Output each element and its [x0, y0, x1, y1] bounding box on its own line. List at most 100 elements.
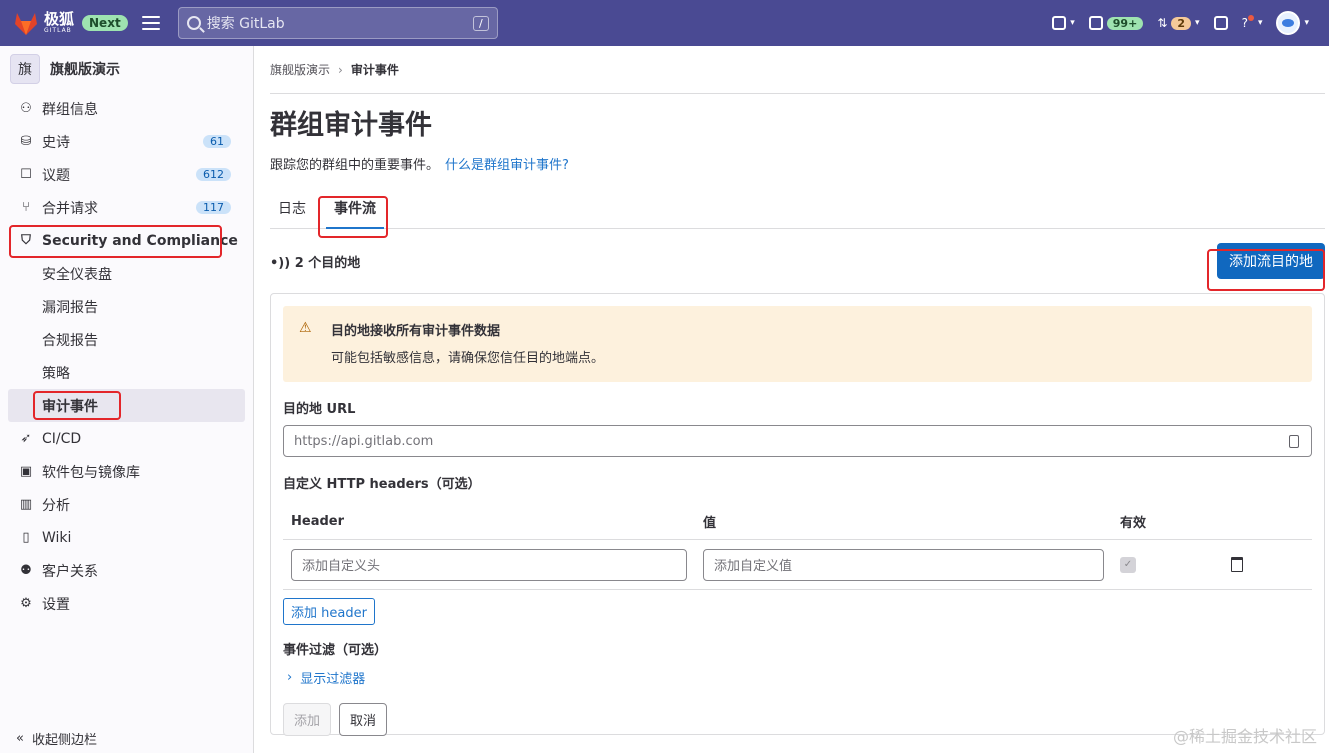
- page-title: 群组审计事件: [270, 110, 432, 141]
- sidebar-item-group-info[interactable]: ⚇ 群组信息: [0, 92, 253, 125]
- group-header[interactable]: 旗 旗舰版演示: [0, 46, 253, 92]
- search-placeholder: 搜索 GitLab: [206, 16, 285, 32]
- brand-sub: GITLAB: [44, 27, 72, 34]
- header-name-input[interactable]: 添加自定义头: [291, 548, 687, 581]
- col-value: 值: [703, 516, 717, 531]
- add-header-button[interactable]: 添加 header: [283, 598, 375, 625]
- collapse-sidebar-button[interactable]: « 收起侧边栏: [16, 729, 97, 748]
- sidebar-item-crm[interactable]: ⚉ 客户关系: [0, 554, 253, 587]
- sidebar-item-wiki[interactable]: ▯ Wiki: [0, 521, 253, 554]
- headers-table-header: Header 值 有效: [283, 504, 1312, 540]
- chevron-right-icon: ›: [287, 670, 293, 685]
- tab-log[interactable]: 日志: [270, 188, 314, 228]
- submit-button[interactable]: 添加: [283, 703, 332, 736]
- avatar: [1276, 11, 1301, 35]
- warning-alert: ⚠ 目的地接收所有审计事件数据 可能包括敏感信息，请确保您信任目的地端点。: [283, 306, 1312, 382]
- group-avatar: 旗: [10, 54, 40, 84]
- fox-logo-icon: [15, 13, 37, 35]
- main-content: 旗舰版演示 › 审计事件 群组审计事件 跟踪您的群组中的重要事件。 什么是群组审计…: [270, 46, 1325, 753]
- sidebar-item-analytics[interactable]: ▥ 分析: [0, 488, 253, 521]
- sidebar-item-packages[interactable]: ▣ 软件包与镜像库: [0, 455, 253, 488]
- destination-url-input[interactable]: https://api.gitlab.com: [283, 425, 1312, 457]
- todo-button[interactable]: 99+: [1088, 16, 1144, 30]
- top-navigation-bar: 极狐 GITLAB Next 搜索 GitLab / ▾ 99+ ⇅ 2 ▾ ?…: [0, 0, 1329, 46]
- url-label: 目的地 URL: [283, 402, 356, 417]
- show-filters-toggle[interactable]: › 显示过滤器: [283, 668, 1312, 687]
- table-row: 添加自定义头 添加自定义值 ✓: [283, 540, 1312, 590]
- breadcrumb-current[interactable]: 审计事件: [351, 61, 399, 78]
- search-icon: [186, 16, 201, 30]
- plus-square-icon: [1052, 16, 1067, 30]
- epic-icon: ⛁: [20, 134, 32, 149]
- add-destination-highlight-box: [1207, 249, 1325, 291]
- active-checkbox[interactable]: ✓: [1120, 556, 1136, 573]
- breadcrumb: 旗舰版演示 › 审计事件: [270, 46, 1325, 94]
- menu-icon[interactable]: [141, 16, 160, 30]
- tab-highlight-box: [318, 196, 388, 238]
- page-description: 跟踪您的群组中的重要事件。 什么是群组审计事件?: [270, 158, 569, 173]
- alert-title: 目的地接收所有审计事件数据: [331, 324, 501, 339]
- group-info-icon: ⚇: [20, 101, 32, 116]
- group-name: 旗舰版演示: [50, 62, 120, 78]
- chevron-down-icon: ▾: [1257, 18, 1263, 28]
- brand-name: 极狐: [44, 10, 75, 28]
- password-manager-icon[interactable]: [1289, 434, 1299, 448]
- search-input[interactable]: 搜索 GitLab /: [177, 7, 498, 39]
- sidebar-item-merge-requests[interactable]: ⑂ 合并请求 117: [0, 191, 253, 224]
- sidebar-item-issues[interactable]: ☐ 议题 612: [0, 158, 253, 191]
- checkbox-icon: [1213, 16, 1228, 30]
- headers-label: 自定义 HTTP headers（可选）: [283, 477, 481, 492]
- col-header: Header: [291, 514, 345, 529]
- todo-count-badge: 99+: [1106, 16, 1144, 30]
- breadcrumb-parent[interactable]: 旗舰版演示: [270, 61, 330, 78]
- trash-icon[interactable]: [1231, 557, 1243, 572]
- issues-count-badge: 612: [196, 168, 231, 181]
- search-shortcut: /: [472, 15, 489, 31]
- gear-icon: ⚙: [20, 596, 32, 611]
- tabs: 日志 事件流: [270, 189, 1325, 229]
- chart-icon: ▥: [19, 497, 33, 512]
- user-menu[interactable]: ▾: [1276, 11, 1309, 35]
- todo-list-button[interactable]: [1213, 16, 1228, 30]
- mr-count-badge: 117: [196, 201, 231, 214]
- sidebar-item-epics[interactable]: ⛁ 史诗 61: [0, 125, 253, 158]
- mr-count-badge: 2: [1171, 16, 1192, 30]
- notification-dot: [1247, 15, 1254, 21]
- cancel-button[interactable]: 取消: [339, 703, 388, 736]
- package-icon: ▣: [19, 464, 33, 479]
- create-new-button[interactable]: ▾: [1052, 16, 1075, 30]
- next-badge[interactable]: Next: [82, 15, 128, 31]
- stream-icon: •)): [270, 255, 295, 271]
- header-value-input[interactable]: 添加自定义值: [703, 548, 1104, 581]
- destinations-count: •)) 2 个目的地: [270, 255, 361, 271]
- col-active: 有效: [1120, 516, 1147, 531]
- issues-icon: ☐: [20, 167, 32, 182]
- rocket-icon: ➶: [20, 431, 32, 446]
- sidebar-item-cicd[interactable]: ➶ CI/CD: [0, 422, 253, 455]
- sidebar-item-security-dashboard[interactable]: 安全仪表盘: [0, 257, 253, 290]
- sidebar-item-vulnerability-report[interactable]: 漏洞报告: [0, 290, 253, 323]
- sidebar-nav: ⚇ 群组信息 ⛁ 史诗 61 ☐ 议题 612 ⑂ 合并请求 117 ⛉ Security an…: [0, 92, 253, 620]
- watermark: @稀土掘金技术社区: [1172, 727, 1317, 746]
- audit-events-highlight-box: [33, 391, 121, 420]
- warning-icon: ⚠: [299, 320, 312, 336]
- chevron-right-icon: ›: [338, 62, 343, 77]
- sidebar-item-policies[interactable]: 策略: [0, 356, 253, 389]
- filters-label: 事件过滤（可选）: [283, 643, 388, 658]
- security-highlight-box: [9, 225, 222, 258]
- destination-form-card: ⚠ 目的地接收所有审计事件数据 可能包括敏感信息，请确保您信任目的地端点。 目的…: [270, 293, 1325, 736]
- chevron-down-icon: ▾: [1195, 18, 1200, 28]
- help-button[interactable]: ? ▾: [1241, 15, 1263, 30]
- sidebar-item-compliance-report[interactable]: 合规报告: [0, 323, 253, 356]
- collapse-icon: «: [16, 731, 24, 746]
- help-icon: ?: [1241, 16, 1248, 30]
- gitlab-logo[interactable]: 极狐 GITLAB: [12, 10, 74, 36]
- sidebar-item-settings[interactable]: ⚙ 设置: [0, 587, 253, 620]
- chevron-down-icon: ▾: [1304, 18, 1309, 28]
- merge-requests-button[interactable]: ⇅ 2 ▾: [1157, 16, 1199, 30]
- issues-icon: [1088, 16, 1103, 30]
- book-icon: ▯: [22, 530, 30, 545]
- help-link[interactable]: 什么是群组审计事件?: [445, 158, 569, 173]
- headers-table: Header 值 有效 添加自定义头 添加自定义值 ✓: [283, 504, 1312, 590]
- left-sidebar: 旗 旗舰版演示 ⚇ 群组信息 ⛁ 史诗 61 ☐ 议题 612 ⑂ 合并请求 117 ⛉ Sec…: [0, 46, 254, 753]
